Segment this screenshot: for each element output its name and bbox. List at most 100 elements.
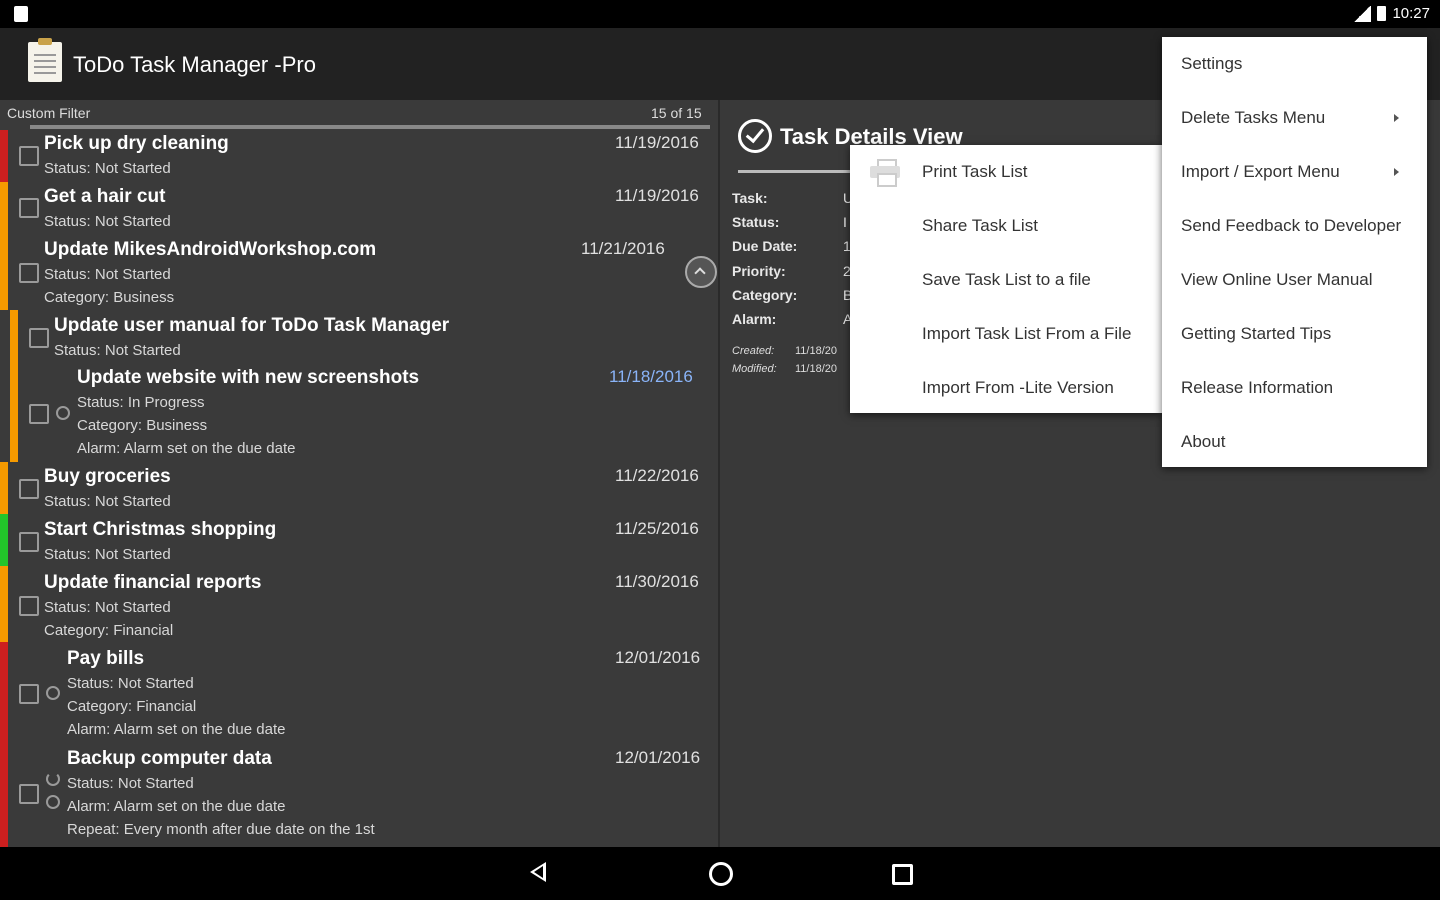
priority-bar-red xyxy=(0,642,8,742)
task-row[interactable]: Start Christmas shopping Status: Not Sta… xyxy=(0,514,718,566)
alarm-icon xyxy=(46,686,60,700)
detail-value-status: I xyxy=(843,214,847,230)
checkbox-icon[interactable] xyxy=(19,198,39,218)
task-date: 11/19/2016 xyxy=(615,133,699,152)
task-date: 11/22/2016 xyxy=(615,466,699,485)
task-row-selected[interactable]: Update website with new screenshots Stat… xyxy=(0,362,718,462)
check-circle-icon[interactable] xyxy=(738,119,772,153)
menu-item-share-task-list[interactable]: Share Task List xyxy=(850,199,1162,253)
task-row[interactable]: Backup computer data Status: Not Started… xyxy=(0,742,718,847)
app-title: ToDo Task Manager -Pro xyxy=(73,52,316,77)
task-status: Status: Not Started xyxy=(44,213,171,230)
menu-item-import-lite-version[interactable]: Import From -Lite Version xyxy=(850,361,1162,415)
detail-label-task: Task: xyxy=(732,190,768,206)
scroll-up-button[interactable] xyxy=(685,256,717,288)
task-status: Status: Not Started xyxy=(44,266,171,283)
menu-item-save-task-list[interactable]: Save Task List to a file xyxy=(850,253,1162,307)
checkbox-icon[interactable] xyxy=(19,146,39,166)
home-icon[interactable] xyxy=(709,862,733,886)
menu-item-import-export[interactable]: Import / Export Menu xyxy=(1162,145,1427,199)
task-date: 11/19/2016 xyxy=(615,186,699,205)
import-export-submenu: Print Task List Share Task List Save Tas… xyxy=(850,145,1162,413)
task-row[interactable]: Pick up dry cleaning Status: Not Started… xyxy=(0,130,718,182)
checkbox-icon[interactable] xyxy=(19,532,39,552)
priority-bar-red xyxy=(0,742,8,847)
detail-label-status: Status: xyxy=(732,214,780,230)
app-icon xyxy=(28,38,62,82)
task-date: 11/18/2016 xyxy=(609,367,693,386)
menu-item-settings[interactable]: Settings xyxy=(1162,37,1427,91)
menu-item-label: Getting Started Tips xyxy=(1181,324,1332,343)
menu-item-print-task-list[interactable]: Print Task List xyxy=(850,145,1162,199)
list-progress-bar xyxy=(30,125,710,129)
checkbox-icon[interactable] xyxy=(19,684,39,704)
menu-item-label: Send Feedback to Developer xyxy=(1181,216,1402,235)
menu-item-label: Share Task List xyxy=(922,216,1038,235)
task-list-pane: Custom Filter 15 of 15 Pick up dry clean… xyxy=(0,100,718,847)
clock: 10:27 xyxy=(1392,5,1430,22)
task-status: Status: Not Started xyxy=(44,599,171,616)
task-date: 11/21/2016 xyxy=(581,239,665,258)
menu-item-import-from-file[interactable]: Import Task List From a File xyxy=(850,307,1162,361)
detail-label-category: Category: xyxy=(732,287,798,303)
detail-label-created: Created: xyxy=(732,345,775,357)
checkbox-icon[interactable] xyxy=(19,263,39,283)
priority-bar-orange xyxy=(0,462,8,514)
signal-icon xyxy=(1353,5,1372,22)
task-status: Status: Not Started xyxy=(44,160,171,177)
task-count: 15 of 15 xyxy=(651,105,702,121)
menu-item-label: Import Task List From a File xyxy=(922,324,1132,343)
menu-item-send-feedback[interactable]: Send Feedback to Developer xyxy=(1162,199,1427,253)
navigation-bar xyxy=(0,847,1440,900)
status-bar: 10:27 xyxy=(0,0,1440,28)
checkbox-icon[interactable] xyxy=(29,328,49,348)
menu-item-delete-tasks[interactable]: Delete Tasks Menu xyxy=(1162,91,1427,145)
menu-item-getting-started[interactable]: Getting Started Tips xyxy=(1162,307,1427,361)
checkbox-icon[interactable] xyxy=(19,479,39,499)
task-date: 11/25/2016 xyxy=(615,519,699,538)
task-date: 11/30/2016 xyxy=(615,572,699,591)
task-row[interactable]: Update financial reports Status: Not Sta… xyxy=(0,566,718,642)
task-status: Status: Not Started xyxy=(44,493,171,510)
detail-label-priority: Priority: xyxy=(732,263,786,279)
chevron-right-icon xyxy=(1394,168,1399,176)
priority-bar-orange xyxy=(0,234,8,310)
details-divider xyxy=(738,170,858,173)
menu-item-release-info[interactable]: Release Information xyxy=(1162,361,1427,415)
task-title: Pay bills xyxy=(67,648,145,669)
detail-label-modified: Modified: xyxy=(732,363,777,375)
task-row[interactable]: Update MikesAndroidWorkshop.com Status: … xyxy=(0,234,718,310)
task-title: Backup computer data xyxy=(67,748,272,769)
task-row[interactable]: Get a hair cut Status: Not Started 11/19… xyxy=(0,182,718,234)
menu-item-about[interactable]: About xyxy=(1162,415,1427,469)
task-alarm: Alarm: Alarm set on the due date xyxy=(77,440,296,457)
status-icons: 10:27 xyxy=(1353,5,1430,22)
menu-item-label: Settings xyxy=(1181,54,1243,73)
menu-item-user-manual[interactable]: View Online User Manual xyxy=(1162,253,1427,307)
task-row[interactable]: Pay bills Status: Not Started Category: … xyxy=(0,642,718,742)
menu-item-label: Import / Export Menu xyxy=(1181,162,1340,181)
menu-item-label: About xyxy=(1181,432,1226,451)
task-repeat: Repeat: Every month after due date on th… xyxy=(67,821,375,838)
checkbox-icon[interactable] xyxy=(19,596,39,616)
checkbox-icon[interactable] xyxy=(29,404,49,424)
task-title: Get a hair cut xyxy=(44,186,166,207)
priority-bar-green xyxy=(0,514,8,566)
menu-item-label: View Online User Manual xyxy=(1181,270,1373,289)
detail-label-due-date: Due Date: xyxy=(732,238,798,254)
task-row[interactable]: Update user manual for ToDo Task Manager… xyxy=(0,310,718,362)
detail-label-alarm: Alarm: xyxy=(732,311,777,327)
back-icon[interactable] xyxy=(530,862,546,882)
task-category: Category: Financial xyxy=(67,698,197,715)
task-category: Category: Business xyxy=(77,417,208,434)
task-status: Status: Not Started xyxy=(67,675,194,692)
priority-bar-red xyxy=(0,130,8,182)
recents-icon[interactable] xyxy=(892,864,913,885)
task-row[interactable]: Buy groceries Status: Not Started 11/22/… xyxy=(0,462,718,514)
filter-label[interactable]: Custom Filter xyxy=(7,105,90,121)
detail-value-modified: 11/18/20 xyxy=(795,363,838,375)
priority-bar-orange xyxy=(0,566,8,642)
checkbox-icon[interactable] xyxy=(19,784,39,804)
task-title: Pick up dry cleaning xyxy=(44,133,229,154)
task-alarm: Alarm: Alarm set on the due date xyxy=(67,721,286,738)
